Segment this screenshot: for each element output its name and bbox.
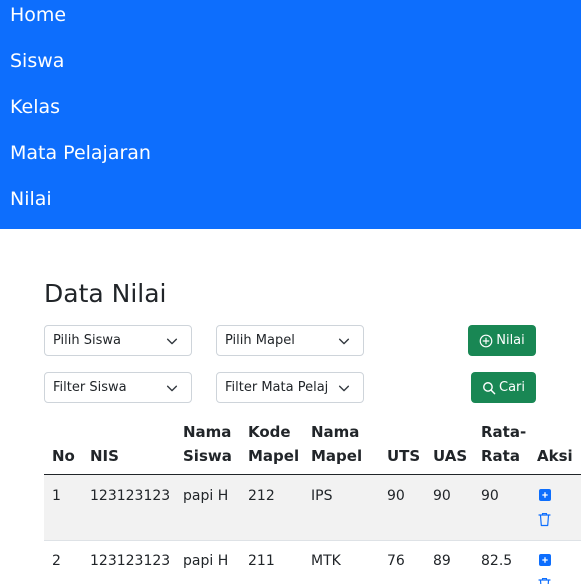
filter-mata-pelajaran[interactable]: Filter Mata Pelajaran	[216, 372, 364, 403]
cell-nis: 123123123	[90, 488, 171, 504]
cell-kode-mapel: 211	[248, 553, 275, 569]
add-nilai-button[interactable]: Nilai	[468, 325, 536, 356]
col-rata-line2: Rata	[481, 447, 520, 465]
cell-uas: 89	[433, 553, 451, 569]
nav-link-mata-pelajaran[interactable]: Mata Pelajaran	[10, 141, 151, 165]
cell-uts: 90	[387, 488, 405, 504]
cell-nama-mapel: IPS	[311, 488, 333, 504]
page-title: Data Nilai	[44, 279, 167, 308]
col-no: No	[52, 447, 75, 465]
col-uts: UTS	[387, 447, 421, 465]
col-aksi: Aksi	[537, 447, 573, 465]
edit-button[interactable]	[539, 554, 551, 566]
search-label: Cari	[499, 379, 525, 395]
edit-button[interactable]	[539, 489, 551, 501]
cell-nis: 123123123	[90, 553, 171, 569]
filter-siswa[interactable]: Filter Siswa	[44, 372, 192, 403]
filter-mapel-value: Filter Mata Pelajaran	[225, 380, 329, 395]
chevron-down-icon	[166, 338, 178, 345]
col-nama-siswa-line2: Siswa	[183, 447, 232, 465]
trash-icon[interactable]	[538, 512, 551, 527]
plus-circle-icon	[479, 334, 493, 347]
trash-icon[interactable]	[538, 577, 551, 584]
search-button[interactable]: Cari	[471, 372, 536, 403]
nav-link-siswa[interactable]: Siswa	[10, 49, 64, 73]
col-uas: UAS	[433, 447, 468, 465]
search-icon	[483, 381, 496, 394]
cell-uas: 90	[433, 488, 451, 504]
cell-nama-siswa: papi H	[183, 488, 229, 504]
cell-nama-mapel: MTK	[311, 553, 341, 569]
col-nis: NIS	[90, 447, 119, 465]
select-siswa[interactable]: Pilih Siswa	[44, 325, 192, 356]
nav-link-nilai[interactable]: Nilai	[10, 187, 52, 211]
cell-rata-rata: 82.5	[481, 553, 513, 569]
nav-link-kelas[interactable]: Kelas	[10, 95, 60, 119]
select-siswa-value: Pilih Siswa	[53, 333, 121, 348]
cell-nama-siswa: papi H	[183, 553, 229, 569]
col-nama-mapel-line1: Nama	[311, 423, 360, 441]
col-rata-line1: Rata-	[481, 423, 527, 441]
col-kode-mapel-line1: Kode	[248, 423, 291, 441]
cell-no: 2	[52, 553, 61, 569]
cell-kode-mapel: 212	[248, 488, 275, 504]
col-nama-mapel-line2: Mapel	[311, 447, 363, 465]
cell-no: 1	[52, 488, 61, 504]
plus-icon	[542, 557, 548, 563]
chevron-down-icon	[166, 385, 178, 392]
col-kode-mapel-line2: Mapel	[248, 447, 300, 465]
filter-siswa-value: Filter Siswa	[53, 380, 127, 395]
chevron-down-icon	[338, 385, 350, 392]
add-nilai-label: Nilai	[496, 332, 525, 348]
cell-rata-rata: 90	[481, 488, 499, 504]
cell-uts: 76	[387, 553, 405, 569]
navbar: Home Siswa Kelas Mata Pelajaran Nilai	[0, 0, 581, 229]
select-mapel[interactable]: Pilih Mapel	[216, 325, 364, 356]
select-mapel-value: Pilih Mapel	[225, 333, 295, 348]
col-nama-siswa-line1: Nama	[183, 423, 232, 441]
nav-link-home[interactable]: Home	[10, 3, 66, 27]
plus-icon	[542, 492, 548, 498]
chevron-down-icon	[338, 338, 350, 345]
table-row	[44, 475, 581, 540]
